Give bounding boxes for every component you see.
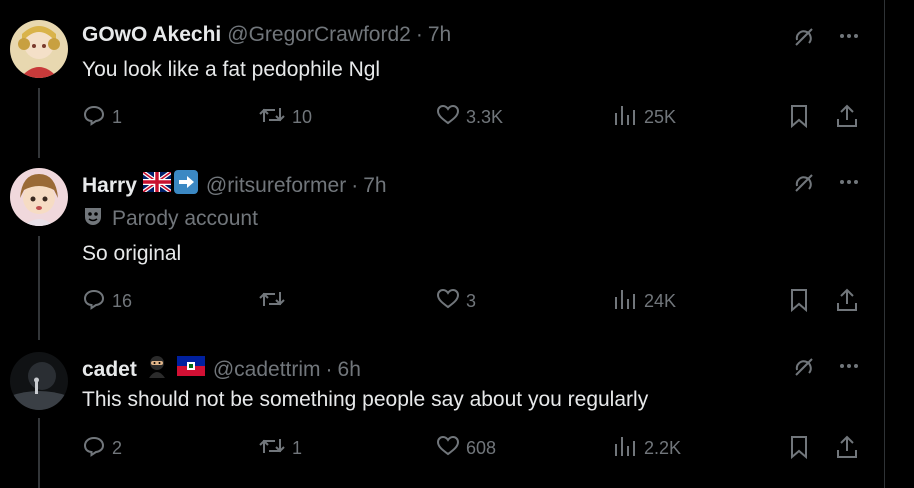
- reply-count: 16: [112, 291, 133, 311]
- views-button[interactable]: 25K: [612, 103, 676, 132]
- avatar[interactable]: [10, 168, 68, 226]
- like-icon: [436, 103, 466, 132]
- like-button[interactable]: 3.3K: [436, 103, 503, 132]
- share-icon: [834, 288, 860, 317]
- views-icon: [612, 287, 644, 316]
- reply-button[interactable]: 16: [82, 287, 132, 316]
- like-count: 3: [466, 291, 477, 311]
- tweet[interactable]: Harry @ritsureformer · 7h Parody account…: [0, 150, 884, 336]
- separator: ·: [325, 357, 333, 381]
- like-button[interactable]: 3: [436, 287, 476, 316]
- timestamp[interactable]: 7h: [428, 22, 451, 48]
- share-icon: [834, 104, 860, 133]
- reply-count: 1: [112, 107, 123, 127]
- tweet-actions: 1 10 3.3K 25K: [82, 103, 864, 133]
- like-count: 3.3K: [466, 107, 504, 127]
- more-icon[interactable]: [838, 355, 860, 377]
- views-count: 24K: [644, 291, 677, 311]
- tweet-top-actions: [792, 354, 860, 378]
- views-icon: [612, 103, 644, 132]
- reply-count: 2: [112, 438, 123, 458]
- share-button[interactable]: [834, 287, 860, 318]
- display-name[interactable]: cadet: [82, 357, 137, 383]
- bookmark-icon: [788, 289, 810, 317]
- repost-count: 10: [292, 107, 313, 127]
- user-handle[interactable]: @ritsureformer: [206, 173, 346, 199]
- grok-icon[interactable]: [792, 24, 816, 48]
- repost-icon: [258, 287, 292, 316]
- user-handle[interactable]: @GregorCrawford2: [227, 22, 411, 48]
- repost-icon: [258, 103, 292, 132]
- views-icon: [612, 434, 644, 463]
- more-icon[interactable]: [838, 25, 860, 47]
- share-icon: [834, 435, 860, 464]
- repost-button[interactable]: 10: [258, 103, 312, 132]
- timestamp[interactable]: 7h: [363, 173, 386, 199]
- reply-icon: [82, 287, 112, 316]
- bookmark-icon: [788, 105, 810, 133]
- repost-button[interactable]: [258, 287, 292, 316]
- user-handle[interactable]: @cadettrim: [213, 357, 321, 383]
- repost-icon: [258, 434, 292, 463]
- views-button[interactable]: 2.2K: [612, 434, 681, 463]
- like-icon: [436, 287, 466, 316]
- tweet-header: cadet @cadettrim · 6h: [82, 354, 361, 385]
- separator: ·: [351, 173, 359, 197]
- bookmark-button[interactable]: [788, 103, 810, 134]
- uk-flag-icon: [141, 170, 173, 199]
- tweet-actions: 2 1 608 2.2K: [82, 434, 864, 464]
- grok-icon[interactable]: [792, 170, 816, 194]
- arrow-right-icon: [173, 170, 198, 201]
- haiti-flag-icon: [176, 356, 205, 383]
- grok-icon[interactable]: [792, 354, 816, 378]
- repost-button[interactable]: 1: [258, 434, 302, 463]
- tweet-top-actions: [792, 170, 860, 194]
- reply-button[interactable]: 2: [82, 434, 122, 463]
- tweet[interactable]: GOwO Akechi @GregorCrawford2 · 7h You lo…: [0, 0, 884, 150]
- share-button[interactable]: [834, 103, 860, 134]
- tweet-text: You look like a fat pedophile Ngl: [82, 58, 381, 81]
- display-name[interactable]: Harry: [82, 173, 137, 199]
- tweet[interactable]: cadet @cadettrim · 6h This should not be…: [0, 336, 884, 488]
- separator: ·: [415, 23, 423, 46]
- share-button[interactable]: [834, 434, 860, 465]
- display-name[interactable]: GOwO Akechi: [82, 22, 221, 48]
- more-icon[interactable]: [838, 171, 860, 193]
- parody-label: Parody account: [82, 205, 258, 233]
- tweet-header: Harry @ritsureformer · 7h: [82, 170, 387, 201]
- bookmark-icon: [788, 436, 810, 464]
- like-icon: [436, 434, 466, 463]
- tweet-header: GOwO Akechi @GregorCrawford2 · 7h: [82, 22, 451, 48]
- like-count: 608: [466, 438, 497, 458]
- timestamp[interactable]: 6h: [338, 357, 361, 383]
- reply-icon: [82, 434, 112, 463]
- avatar[interactable]: [10, 352, 68, 410]
- parody-mask-icon: [82, 205, 112, 233]
- views-button[interactable]: 24K: [612, 287, 676, 316]
- tweet-text: This should not be something people say …: [82, 388, 649, 411]
- reply-button[interactable]: 1: [82, 103, 122, 132]
- tweet-text: So original: [82, 242, 182, 265]
- views-count: 25K: [644, 107, 677, 127]
- views-count: 2.2K: [644, 438, 682, 458]
- tweet-actions: 16 3 24K: [82, 287, 864, 317]
- parody-label-text: Parody account: [112, 207, 258, 230]
- bookmark-button[interactable]: [788, 287, 810, 318]
- ninja-icon: [145, 354, 169, 385]
- avatar[interactable]: [10, 20, 68, 78]
- tweet-top-actions: [792, 24, 860, 48]
- bookmark-button[interactable]: [788, 434, 810, 465]
- repost-count: 1: [292, 438, 303, 458]
- like-button[interactable]: 608: [436, 434, 496, 463]
- reply-icon: [82, 103, 112, 132]
